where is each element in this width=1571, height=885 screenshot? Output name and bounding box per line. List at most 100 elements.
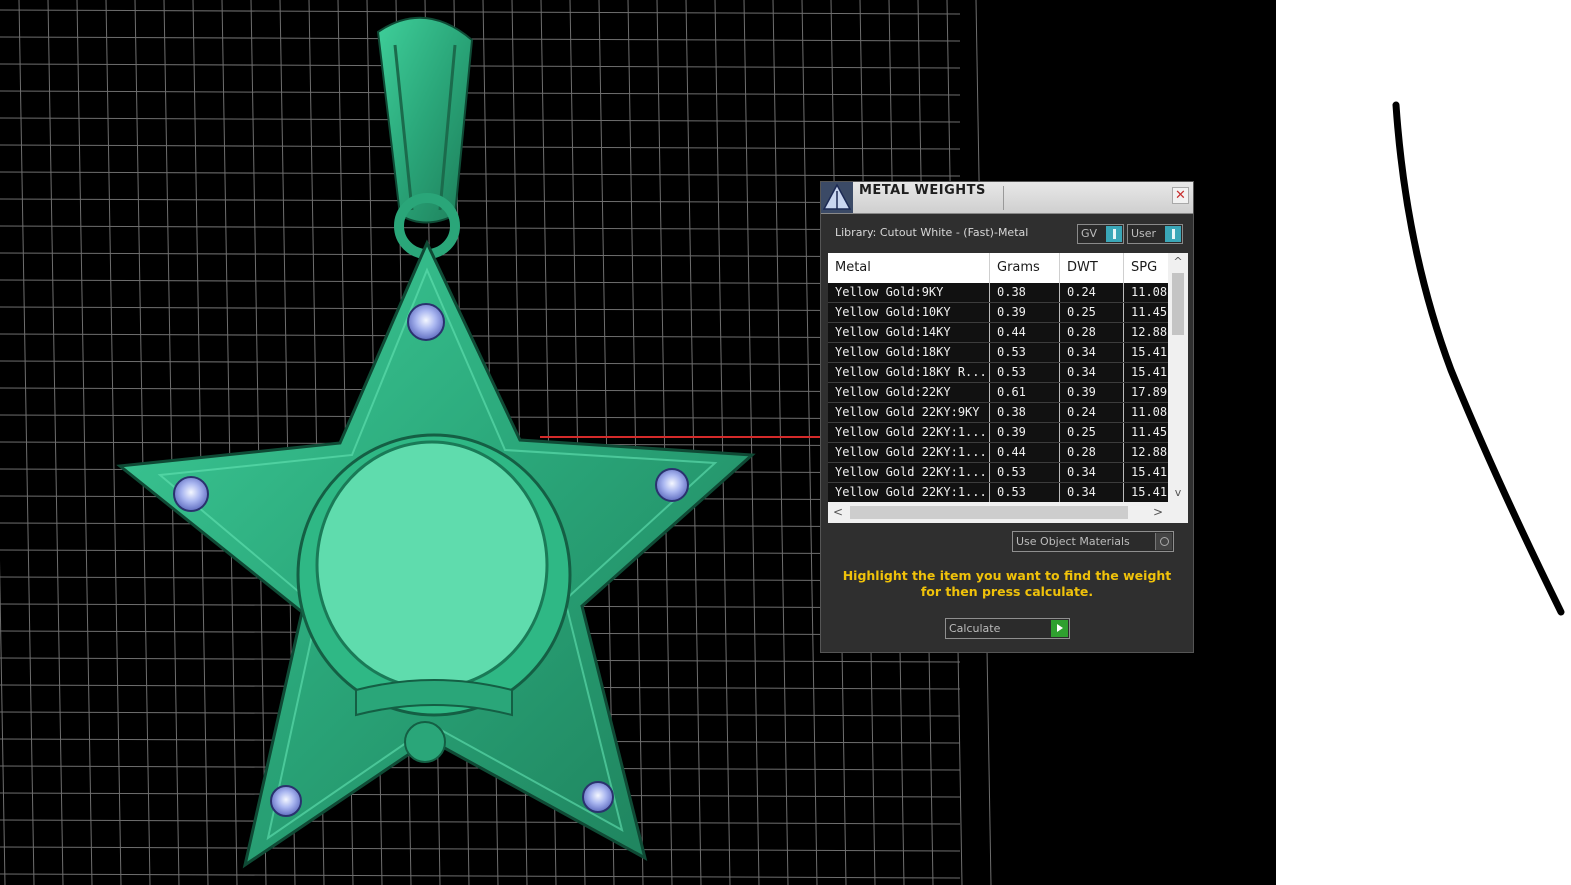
table-cell: Yellow Gold:22KY: [828, 383, 990, 402]
metal-weights-icon: [821, 182, 853, 213]
table-cell: Yellow Gold:10KY: [828, 303, 990, 322]
table-cell: Yellow Gold 22KY:1...: [828, 483, 990, 502]
toggle-on-icon: [1106, 226, 1122, 242]
table-cell: 0.44: [990, 443, 1060, 462]
table-cell: 0.28: [1060, 323, 1124, 342]
horizontal-scrollbar[interactable]: < >: [828, 502, 1168, 523]
table-cell: 15.41: [1131, 485, 1168, 499]
gem-right[interactable]: [655, 468, 689, 502]
use-object-materials-toggle[interactable]: Use Object Materials: [1012, 531, 1174, 552]
table-row[interactable]: Yellow Gold:10KY 0.39 0.25 11.45: [828, 303, 1168, 323]
table-cell: Yellow Gold 22KY:9KY: [828, 403, 990, 422]
table-cell: 0.53: [990, 363, 1060, 382]
table-cell: 0.34: [1060, 463, 1124, 482]
gv-toggle-label: GV: [1081, 227, 1098, 240]
table-cell: 0.25: [1060, 423, 1124, 442]
user-toggle[interactable]: User: [1127, 224, 1183, 244]
table-row[interactable]: Yellow Gold 22KY:1... 0.39 0.25 11.45: [828, 423, 1168, 443]
table-cell: 0.25: [1060, 303, 1124, 322]
table-row[interactable]: Yellow Gold:18KY R... 0.53 0.34 15.41: [828, 363, 1168, 383]
toggle-off-icon: [1155, 533, 1172, 550]
table-row[interactable]: Yellow Gold 22KY:1... 0.44 0.28 12.88: [828, 443, 1168, 463]
play-arrow-icon: [1051, 620, 1068, 637]
library-label: Library: Cutout White - (Fast)-Metal: [835, 226, 1029, 239]
metal-weights-dialog: METAL WEIGHTS ✕ Library: Cutout White - …: [820, 181, 1194, 653]
table-cell: 0.34: [1060, 363, 1124, 382]
title-divider: [1003, 186, 1004, 210]
use-object-materials-label: Use Object Materials: [1016, 535, 1130, 548]
table-cell: 0.38: [990, 283, 1060, 302]
gem-bottom-left[interactable]: [270, 785, 302, 817]
calculate-button[interactable]: Calculate: [945, 618, 1070, 639]
table-cell: 0.39: [990, 303, 1060, 322]
handwritten-stroke: [1392, 101, 1565, 616]
vertical-scrollbar[interactable]: ^ v: [1168, 253, 1188, 502]
vertical-scroll-thumb[interactable]: [1172, 273, 1184, 335]
table-cell: 0.61: [990, 383, 1060, 402]
table-cell: 0.53: [990, 483, 1060, 502]
emblem-icon: [404, 721, 446, 763]
table-cell: Yellow Gold:9KY: [828, 283, 990, 302]
table-cell: 12.88: [1131, 445, 1168, 459]
column-header-grams[interactable]: Grams: [990, 253, 1060, 283]
table-cell: Yellow Gold:18KY: [828, 343, 990, 362]
gem-top[interactable]: [407, 303, 445, 341]
table-cell: 0.53: [990, 463, 1060, 482]
table-cell: 12.88: [1131, 325, 1168, 339]
pendant-bail[interactable]: [376, 16, 474, 224]
table-cell: 0.34: [1060, 483, 1124, 502]
table-cell: 15.41: [1131, 365, 1168, 379]
table-cell: 15.41: [1131, 465, 1168, 479]
table-cell: Yellow Gold 22KY:1...: [828, 423, 990, 442]
close-button[interactable]: ✕: [1172, 187, 1189, 204]
table-row[interactable]: Yellow Gold 22KY:1... 0.53 0.34 15.41: [828, 463, 1168, 483]
gem-left[interactable]: [173, 476, 209, 512]
table-cell: 0.39: [990, 423, 1060, 442]
table-row[interactable]: Yellow Gold 22KY:1... 0.53 0.34 15.41: [828, 483, 1168, 502]
table-cell: Yellow Gold:18KY R...: [828, 363, 990, 382]
table-cell: Yellow Gold:14KY: [828, 323, 990, 342]
gv-toggle[interactable]: GV: [1077, 224, 1124, 244]
column-header-dwt[interactable]: DWT: [1060, 253, 1124, 283]
dialog-titlebar[interactable]: METAL WEIGHTS ✕: [821, 182, 1193, 214]
dialog-title: METAL WEIGHTS: [859, 183, 986, 198]
table-cell: Yellow Gold 22KY:1...: [828, 443, 990, 462]
table-row[interactable]: Yellow Gold:18KY 0.53 0.34 15.41: [828, 343, 1168, 363]
scroll-left-arrow-icon[interactable]: <: [828, 502, 848, 523]
table-cell: 0.44: [990, 323, 1060, 342]
scroll-up-arrow-icon[interactable]: ^: [1168, 253, 1188, 271]
metal-weights-table[interactable]: Metal Grams DWT SPG Yellow Gold:9KY 0.38 0…: [828, 253, 1188, 523]
user-toggle-label: User: [1131, 227, 1157, 240]
scroll-right-arrow-icon[interactable]: >: [1148, 502, 1168, 523]
column-header-spg[interactable]: SPG: [1124, 253, 1168, 283]
calculate-label: Calculate: [949, 622, 1001, 635]
column-header-metal[interactable]: Metal: [828, 253, 990, 283]
table-cell: 11.45: [1131, 305, 1168, 319]
table-body: Yellow Gold:9KY 0.38 0.24 11.08 Yellow Gold:…: [828, 283, 1168, 502]
table-cell: 15.41: [1131, 345, 1168, 359]
toggle-on-icon: [1165, 226, 1181, 242]
table-row[interactable]: Yellow Gold:9KY 0.38 0.24 11.08: [828, 283, 1168, 303]
table-cell: 11.45: [1131, 425, 1168, 439]
scrollbar-corner: [1168, 502, 1188, 523]
table-cell: 0.28: [1060, 443, 1124, 462]
horizontal-scroll-thumb[interactable]: [850, 506, 1128, 519]
table-cell: 17.89: [1131, 385, 1168, 399]
table-row[interactable]: Yellow Gold:14KY 0.44 0.28 12.88: [828, 323, 1168, 343]
table-cell: 0.38: [990, 403, 1060, 422]
table-cell: 11.08: [1131, 285, 1168, 299]
table-row[interactable]: Yellow Gold 22KY:9KY 0.38 0.24 11.08: [828, 403, 1168, 423]
medallion-face: [315, 440, 549, 690]
table-row[interactable]: Yellow Gold:22KY 0.61 0.39 17.89: [828, 383, 1168, 403]
table-cell: Yellow Gold 22KY:1...: [828, 463, 990, 482]
table-cell: 0.34: [1060, 343, 1124, 362]
gem-bottom-right[interactable]: [582, 781, 614, 813]
table-cell: 11.08: [1131, 405, 1168, 419]
instruction-text: Highlight the item you want to find the …: [842, 568, 1172, 599]
scroll-down-arrow-icon[interactable]: v: [1168, 484, 1188, 502]
table-cell: 0.24: [1060, 403, 1124, 422]
table-cell: 0.24: [1060, 283, 1124, 302]
table-header: Metal Grams DWT SPG: [828, 253, 1168, 283]
table-cell: 0.39: [1060, 383, 1124, 402]
table-cell: 0.53: [990, 343, 1060, 362]
